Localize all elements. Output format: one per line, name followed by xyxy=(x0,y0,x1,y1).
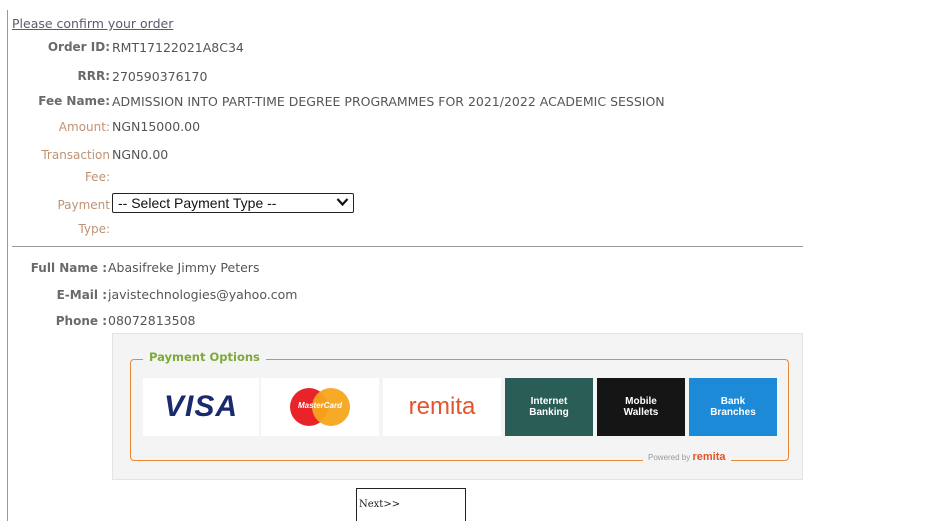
fee-name-label: Fee Name: xyxy=(38,94,110,108)
fee-name-value: ADMISSION INTO PART-TIME DEGREE PROGRAMM… xyxy=(112,94,665,109)
left-border-line xyxy=(7,10,8,521)
order-id-label: Order ID: xyxy=(47,40,110,54)
next-button[interactable]: Next>> xyxy=(356,488,466,521)
section-divider xyxy=(12,246,803,247)
rrr-value: 270590376170 xyxy=(112,69,208,84)
phone-label: Phone : xyxy=(55,314,107,328)
email-label: E-Mail : xyxy=(56,288,107,302)
payment-type-label-line2: Type: xyxy=(78,222,110,236)
powered-by-remita: Powered by remita xyxy=(643,451,731,463)
email-value: javistechnologies@yahoo.com xyxy=(108,287,298,302)
transaction-fee-value: NGN0.00 xyxy=(112,147,169,162)
powered-by-text: Powered by xyxy=(648,453,691,462)
mastercard-logo: MasterCard xyxy=(290,388,350,426)
mobile-wallets-label-line2: Wallets xyxy=(623,407,659,418)
phone-value: 08072813508 xyxy=(108,313,196,328)
order-id-value: RMT17122021A8C34 xyxy=(112,40,244,55)
visa-logo: VISA xyxy=(163,390,239,423)
full-name-value: Abasifreke Jimmy Peters xyxy=(108,260,260,275)
payment-type-label-line1: Payment xyxy=(57,198,110,212)
rrr-label: RRR: xyxy=(77,69,110,83)
bank-branches-label-line1: Bank xyxy=(720,396,746,407)
internet-banking-label-line2: Banking xyxy=(529,407,569,418)
remita-logo: remita xyxy=(408,393,476,420)
payment-type-select[interactable]: -- Select Payment Type -- xyxy=(112,193,354,213)
full-name-label: Full Name : xyxy=(30,261,107,275)
mastercard-logo-text: MasterCard xyxy=(297,401,342,410)
visa-option[interactable]: VISA xyxy=(143,378,259,436)
payment-options-panel: Payment Options VISA MasterCard remita I… xyxy=(112,333,803,480)
transaction-fee-label-line1: Transaction xyxy=(41,148,110,162)
mobile-wallets-label-line1: Mobile xyxy=(625,396,657,407)
payment-type-selected-value: -- Select Payment Type -- xyxy=(118,195,277,211)
internet-banking-label-line1: Internet xyxy=(530,396,568,407)
amount-label: Amount: xyxy=(58,120,110,134)
confirm-order-heading: Please confirm your order xyxy=(12,16,174,31)
bank-branches-option[interactable]: Bank Branches xyxy=(689,378,777,436)
internet-banking-option[interactable]: Internet Banking xyxy=(505,378,593,436)
mobile-wallets-option[interactable]: Mobile Wallets xyxy=(597,378,685,436)
powered-by-brand: remita xyxy=(692,451,726,463)
payment-options-legend: Payment Options xyxy=(143,350,266,364)
chevron-down-icon xyxy=(336,195,349,212)
remita-option[interactable]: remita xyxy=(383,378,501,436)
bank-branches-label-line2: Branches xyxy=(710,407,756,418)
transaction-fee-label-line2: Fee: xyxy=(84,170,110,184)
amount-value: NGN15000.00 xyxy=(112,119,201,134)
mastercard-option[interactable]: MasterCard xyxy=(261,378,379,436)
